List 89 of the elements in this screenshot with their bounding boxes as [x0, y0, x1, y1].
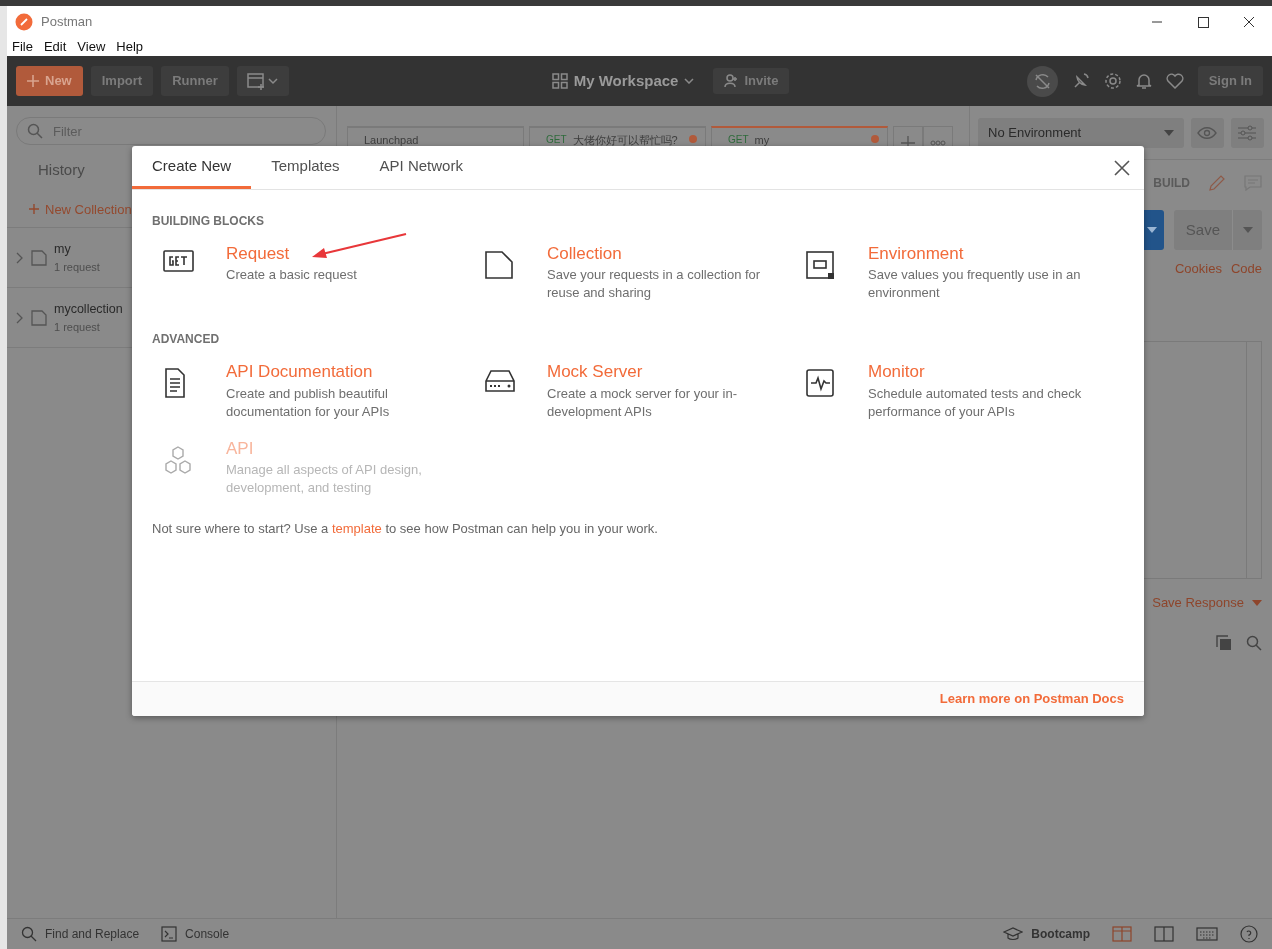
- item-description: Manage all aspects of API design, development, and testing: [226, 461, 423, 498]
- two-pane-icon[interactable]: [1154, 926, 1174, 942]
- link[interactable]: Cookies: [1174, 259, 1222, 279]
- caret-down-icon: [1163, 129, 1174, 136]
- quick-look-button[interactable]: [1190, 117, 1224, 148]
- console-icon: [161, 926, 178, 942]
- help-text: Not sure where to start? Use a template to see how Postman can help you in your work.: [152, 520, 659, 539]
- manage-environments-button[interactable]: [1230, 117, 1264, 148]
- new-window-button[interactable]: [236, 66, 289, 96]
- folder-icon: [483, 250, 515, 281]
- collection-name[interactable]: mycollection: [54, 299, 123, 319]
- sign-in-button[interactable]: Sign In: [1197, 66, 1263, 96]
- menu-item[interactable]: Help: [116, 36, 144, 57]
- heart-icon[interactable]: [1165, 73, 1184, 89]
- item-title[interactable]: Monitor: [868, 362, 1113, 383]
- caret-down-icon: [1146, 227, 1157, 233]
- environment-select[interactable]: No Environment: [978, 117, 1184, 148]
- tab-title: my: [754, 133, 770, 148]
- status-button[interactable]: Find and Replace: [21, 925, 140, 943]
- chevron-right-icon[interactable]: [16, 251, 24, 264]
- person-plus-icon: [724, 74, 739, 88]
- docs-link[interactable]: Learn more on Postman Docs: [939, 689, 1124, 709]
- item-description: Create and publish beautiful documentation for your APIs: [226, 384, 391, 421]
- menu-item[interactable]: File: [12, 36, 33, 57]
- item-title[interactable]: Collection: [547, 244, 792, 265]
- menu-item[interactable]: Edit: [43, 36, 67, 57]
- item-title[interactable]: API Documentation: [226, 362, 471, 383]
- copy-icon[interactable]: [1216, 635, 1232, 651]
- sidebar-tab[interactable]: History: [7, 145, 85, 190]
- status-button[interactable]: Console: [161, 925, 230, 943]
- menu-item[interactable]: View: [77, 36, 106, 57]
- bootcamp-button[interactable]: Bootcamp: [1003, 925, 1090, 943]
- request-count: 1 request: [54, 319, 101, 335]
- new-collection-link[interactable]: New Collection: [45, 199, 132, 219]
- monitor-icon: [804, 368, 836, 400]
- environment-icon: [804, 250, 836, 281]
- close-icon: [1114, 160, 1130, 177]
- save-response-button[interactable]: Save Response: [1152, 593, 1262, 613]
- hexagons-icon: [162, 444, 194, 476]
- toolbar-button[interactable]: Import: [90, 66, 154, 96]
- plus-icon: [29, 204, 39, 215]
- collection-name[interactable]: my: [54, 239, 100, 259]
- pencil-icon[interactable]: [1208, 174, 1226, 192]
- chevron-right-icon[interactable]: [16, 311, 24, 324]
- item-description: Save your requests in a collection for reuse and sharing: [547, 266, 762, 303]
- item-title[interactable]: Request: [226, 244, 471, 265]
- bell-icon[interactable]: [1135, 72, 1152, 90]
- caret-down-icon: [1252, 600, 1262, 606]
- sliders-icon: [1237, 124, 1258, 141]
- tab-title: 大佬你好可以帮忙吗?: [572, 133, 678, 148]
- window-title: Postman: [41, 12, 93, 31]
- tab-title: Launchpad: [364, 133, 419, 148]
- sync-off-icon[interactable]: [1026, 65, 1058, 97]
- invite-button[interactable]: Invite: [713, 68, 790, 94]
- section-heading: BUILDING BLOCKS: [152, 213, 265, 230]
- item-description: Create a basic request: [226, 266, 358, 285]
- graduation-cap-icon: [1003, 927, 1024, 941]
- item-description: Schedule automated tests and check performance of your APIs: [868, 384, 1083, 421]
- section-heading: ADVANCED: [152, 331, 221, 349]
- layout-icon[interactable]: [1112, 926, 1132, 942]
- item-description: Create a mock server for your in-development APIs: [547, 384, 738, 421]
- new-button[interactable]: New: [16, 66, 83, 96]
- folder-icon: [31, 309, 47, 326]
- caret-icon: [684, 78, 695, 84]
- keyboard-icon[interactable]: [1196, 927, 1218, 941]
- item-title[interactable]: Environment: [868, 244, 1113, 265]
- toolbar-button[interactable]: Runner: [161, 66, 229, 96]
- more-icon: [930, 140, 946, 146]
- folder-icon: [31, 249, 47, 266]
- help-icon[interactable]: [1240, 925, 1258, 943]
- plus-icon: [27, 75, 39, 87]
- template-link[interactable]: template: [331, 521, 382, 537]
- settings-icon[interactable]: [1103, 72, 1122, 90]
- get-request-icon: [162, 250, 194, 272]
- grid-icon: [551, 73, 568, 89]
- eye-icon: [1197, 126, 1218, 139]
- method-label: GET: [546, 133, 567, 147]
- method-label: GET: [728, 133, 749, 147]
- item-description: Save values you frequently use in an environment: [868, 266, 1082, 303]
- app-logo-icon: [15, 12, 33, 31]
- workspace-switcher[interactable]: My Workspace: [540, 66, 706, 96]
- dialog-tab[interactable]: Create New: [132, 146, 252, 189]
- request-count: 1 request: [54, 259, 100, 275]
- item-title[interactable]: Mock Server: [547, 362, 792, 383]
- search-icon: [21, 926, 37, 942]
- link[interactable]: Code: [1230, 259, 1262, 279]
- window-plus-icon: [246, 72, 279, 90]
- search-icon[interactable]: [1246, 635, 1262, 651]
- caret-down-icon: [1242, 227, 1253, 233]
